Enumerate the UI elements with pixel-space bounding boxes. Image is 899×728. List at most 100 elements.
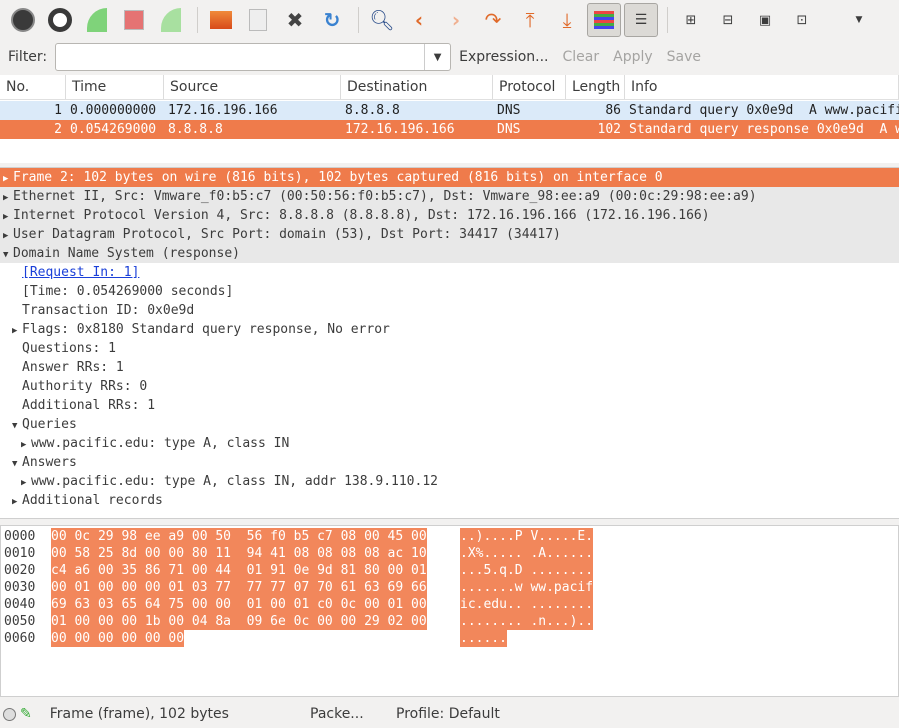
tree-item[interactable]: ▶Internet Protocol Version 4, Src: 8.8.8… xyxy=(0,206,899,225)
hex-row: 0010 00 58 25 8d 00 00 80 11 94 41 08 08 … xyxy=(1,545,898,562)
column-no[interactable]: No. xyxy=(0,75,66,99)
hex-ascii[interactable]: ........ .n...).. xyxy=(460,613,593,630)
find-icon[interactable]: 🔍︎ xyxy=(365,3,399,37)
autoscroll-icon[interactable]: ☰ xyxy=(624,3,658,37)
column-info[interactable]: Info xyxy=(625,75,899,99)
more-icon[interactable]: ▼ xyxy=(842,3,876,37)
zoom-in-icon[interactable]: ⊞ xyxy=(674,3,708,37)
hex-row: 0040 69 63 03 65 64 75 00 00 01 00 01 c0 … xyxy=(1,596,898,613)
hex-offset[interactable]: 0020 xyxy=(4,562,35,579)
filter-dropdown-icon[interactable]: ▼ xyxy=(424,44,450,70)
apply-button[interactable]: Apply xyxy=(613,49,653,65)
tree-item[interactable]: ▼Queries xyxy=(0,415,899,434)
hex-offset[interactable]: 0010 xyxy=(4,545,35,562)
tree-item[interactable]: ▶Ethernet II, Src: Vmware_f0:b5:c7 (00:5… xyxy=(0,187,899,206)
tree-item[interactable]: ▶www.pacific.edu: type A, class IN xyxy=(0,434,899,453)
save-button[interactable]: Save xyxy=(667,49,701,65)
options-icon[interactable] xyxy=(43,3,77,37)
column-protocol[interactable]: Protocol xyxy=(493,75,566,99)
hex-ascii[interactable]: .......w ww.pacif xyxy=(460,579,593,596)
hex-offset[interactable]: 0050 xyxy=(4,613,35,630)
last-packet-icon[interactable]: ⤓ xyxy=(550,3,584,37)
back-icon[interactable]: ‹ xyxy=(402,3,436,37)
stop-capture-icon[interactable] xyxy=(117,3,151,37)
tree-item-label: Questions: 1 xyxy=(22,341,116,356)
hex-offset[interactable]: 0040 xyxy=(4,596,35,613)
column-destination[interactable]: Destination xyxy=(341,75,493,99)
tree-item[interactable]: ▼Domain Name System (response) xyxy=(0,244,899,263)
packet-row-selected[interactable]: 2 0.054269000 8.8.8.8 172.16.196.166 DNS… xyxy=(0,120,899,139)
hex-ascii[interactable]: ...... xyxy=(460,630,507,647)
zoom-out-icon[interactable]: ⊟ xyxy=(711,3,745,37)
tree-item[interactable]: Additional RRs: 1 xyxy=(0,396,899,415)
hex-bytes[interactable]: 00 00 00 00 00 00 xyxy=(51,630,184,647)
restart-capture-icon[interactable] xyxy=(154,3,188,37)
status-profile[interactable]: Profile: Default xyxy=(396,706,500,722)
tree-item[interactable]: ▶www.pacific.edu: type A, class IN, addr… xyxy=(0,472,899,491)
first-packet-icon[interactable]: ⤒ xyxy=(513,3,547,37)
hex-bytes[interactable]: 00 0c 29 98 ee a9 00 50 56 f0 b5 c7 08 0… xyxy=(51,528,427,545)
status-packets: Packe... xyxy=(310,706,364,722)
comment-edit-icon[interactable]: ✎ xyxy=(20,706,32,722)
interfaces-icon[interactable] xyxy=(6,3,40,37)
status-frame-info: Frame (frame), 102 bytes xyxy=(50,706,229,722)
column-time[interactable]: Time xyxy=(66,75,164,99)
expert-info-icon[interactable] xyxy=(3,708,16,721)
cell-time: 0.054269000 xyxy=(66,120,164,139)
tree-item[interactable]: [Request In: 1] xyxy=(0,263,899,282)
cell-protocol: DNS xyxy=(493,101,566,120)
tree-item-label: www.pacific.edu: type A, class IN, addr … xyxy=(31,474,438,489)
save-file-icon[interactable] xyxy=(241,3,275,37)
expression-button[interactable]: Expression... xyxy=(459,49,548,65)
hex-row: 0030 00 01 00 00 00 01 03 77 77 77 07 70 … xyxy=(1,579,898,596)
filter-bar: Filter: ▼ Expression... Clear Apply Save xyxy=(0,42,899,72)
tree-item-label: Domain Name System (response) xyxy=(13,246,240,261)
tree-item[interactable]: ▶User Datagram Protocol, Src Port: domai… xyxy=(0,225,899,244)
colorize-icon[interactable] xyxy=(587,3,621,37)
hex-bytes[interactable]: c4 a6 00 35 86 71 00 44 01 91 0e 9d 81 8… xyxy=(51,562,427,579)
open-file-icon[interactable] xyxy=(204,3,238,37)
reload-icon[interactable]: ↻ xyxy=(315,3,349,37)
tree-item[interactable]: Authority RRs: 0 xyxy=(0,377,899,396)
start-capture-icon[interactable] xyxy=(80,3,114,37)
tree-item[interactable]: Questions: 1 xyxy=(0,339,899,358)
column-length[interactable]: Length xyxy=(566,75,625,99)
tree-item[interactable]: ▼Answers xyxy=(0,453,899,472)
hex-offset[interactable]: 0060 xyxy=(4,630,35,647)
column-source[interactable]: Source xyxy=(164,75,341,99)
hex-bytes[interactable]: 00 01 00 00 00 01 03 77 77 77 07 70 61 6… xyxy=(51,579,427,596)
tree-item-label: Flags: 0x8180 Standard query response, N… xyxy=(22,322,390,337)
tree-item[interactable]: ▶Additional records xyxy=(0,491,899,510)
hex-ascii[interactable]: .X%..... .A...... xyxy=(460,545,593,562)
cell-destination: 8.8.8.8 xyxy=(341,101,493,120)
hex-offset[interactable]: 0000 xyxy=(4,528,35,545)
forward-icon[interactable]: › xyxy=(439,3,473,37)
tree-item[interactable]: Transaction ID: 0x0e9d xyxy=(0,301,899,320)
hex-bytes[interactable]: 69 63 03 65 64 75 00 00 01 00 01 c0 0c 0… xyxy=(51,596,427,613)
tree-item-label: Queries xyxy=(22,417,77,432)
tree-item-label: Answer RRs: 1 xyxy=(22,360,124,375)
filter-input[interactable]: ▼ xyxy=(55,43,451,71)
hex-bytes[interactable]: 00 58 25 8d 00 00 80 11 94 41 08 08 08 0… xyxy=(51,545,427,562)
hex-ascii[interactable]: ..)....P V.....E. xyxy=(460,528,593,545)
goto-icon[interactable]: ↷ xyxy=(476,3,510,37)
packet-row[interactable]: 1 0.000000000 172.16.196.166 8.8.8.8 DNS… xyxy=(0,101,899,120)
tree-item[interactable]: ▶Flags: 0x8180 Standard query response, … xyxy=(0,320,899,339)
hex-ascii[interactable]: ic.edu.. ........ xyxy=(460,596,593,613)
packet-bytes-pane: 0000 00 0c 29 98 ee a9 00 50 56 f0 b5 c7 … xyxy=(0,525,899,697)
tree-item[interactable]: Answer RRs: 1 xyxy=(0,358,899,377)
cell-destination: 172.16.196.166 xyxy=(341,120,493,139)
cell-no: 1 xyxy=(0,101,66,120)
tree-item[interactable]: ▶Frame 2: 102 bytes on wire (816 bits), … xyxy=(0,168,899,187)
close-file-icon[interactable]: ✖ xyxy=(278,3,312,37)
cell-info: Standard query response 0x0e9d A www.pac… xyxy=(625,120,899,139)
hex-ascii[interactable]: ...5.q.D ........ xyxy=(460,562,593,579)
normal-size-icon[interactable]: ▣ xyxy=(748,3,782,37)
hex-bytes[interactable]: 01 00 00 00 1b 00 04 8a 09 6e 0c 00 00 2… xyxy=(51,613,427,630)
hex-row: 0020 c4 a6 00 35 86 71 00 44 01 91 0e 9d … xyxy=(1,562,898,579)
resize-columns-icon[interactable]: ⊡ xyxy=(785,3,819,37)
collapsed-triangle-icon[interactable]: ▶ xyxy=(12,493,22,512)
hex-offset[interactable]: 0030 xyxy=(4,579,35,596)
clear-button[interactable]: Clear xyxy=(563,49,600,65)
tree-item[interactable]: [Time: 0.054269000 seconds] xyxy=(0,282,899,301)
